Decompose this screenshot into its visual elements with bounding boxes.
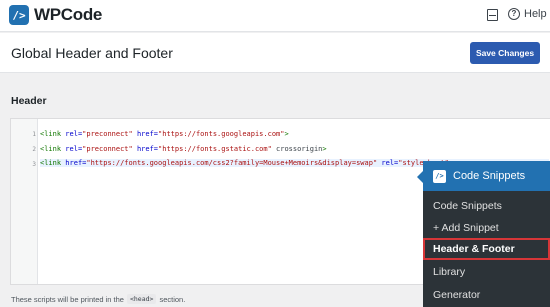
head-tag-chip: <head>	[126, 294, 157, 304]
help-circle-icon: ?	[508, 8, 520, 20]
code-brackets-icon: />	[9, 5, 29, 25]
footnote: These scripts will be printed in the <he…	[11, 294, 185, 304]
footnote-text: These scripts will be printed in the	[11, 294, 124, 304]
page-header: Global Header and Footer Save Changes	[0, 33, 550, 73]
menu-heading[interactable]: /> Code Snippets	[423, 161, 550, 191]
code-line: <link rel="preconnect" href="https://fon…	[40, 145, 327, 153]
wpcode-logo[interactable]: /> WPCode	[9, 5, 102, 25]
line-number: 3	[32, 161, 36, 168]
admin-submenu: /> Code Snippets Code Snippets + Add Sni…	[417, 161, 550, 307]
menu-item-add-snippet[interactable]: + Add Snippet	[423, 217, 550, 239]
line-number: 2	[32, 146, 36, 153]
line-number: 1	[32, 131, 36, 138]
footnote-text-end: section.	[159, 294, 186, 304]
code-line: <link rel="preconnect" href="https://fon…	[40, 130, 289, 138]
menu-item-generator[interactable]: Generator	[423, 284, 550, 306]
menu-item-code-snippets[interactable]: Code Snippets	[423, 195, 550, 217]
menu-heading-label: Code Snippets	[453, 170, 526, 182]
page-title: Global Header and Footer	[11, 45, 173, 61]
section-label: Header	[11, 95, 47, 107]
line-number-gutter: 1 2 3	[11, 119, 38, 284]
help-label: Help	[524, 8, 547, 20]
save-changes-button[interactable]: Save Changes	[470, 42, 540, 64]
app-name: WPCode	[34, 5, 103, 24]
menu-item-library[interactable]: Library	[423, 261, 550, 283]
inbox-icon[interactable]	[487, 9, 498, 21]
top-bar: /> WPCode ? Help	[0, 0, 550, 32]
code-snippets-icon: />	[433, 169, 446, 183]
menu-item-header-footer[interactable]: Header & Footer	[423, 238, 550, 260]
help-button[interactable]: ? Help	[508, 8, 547, 20]
